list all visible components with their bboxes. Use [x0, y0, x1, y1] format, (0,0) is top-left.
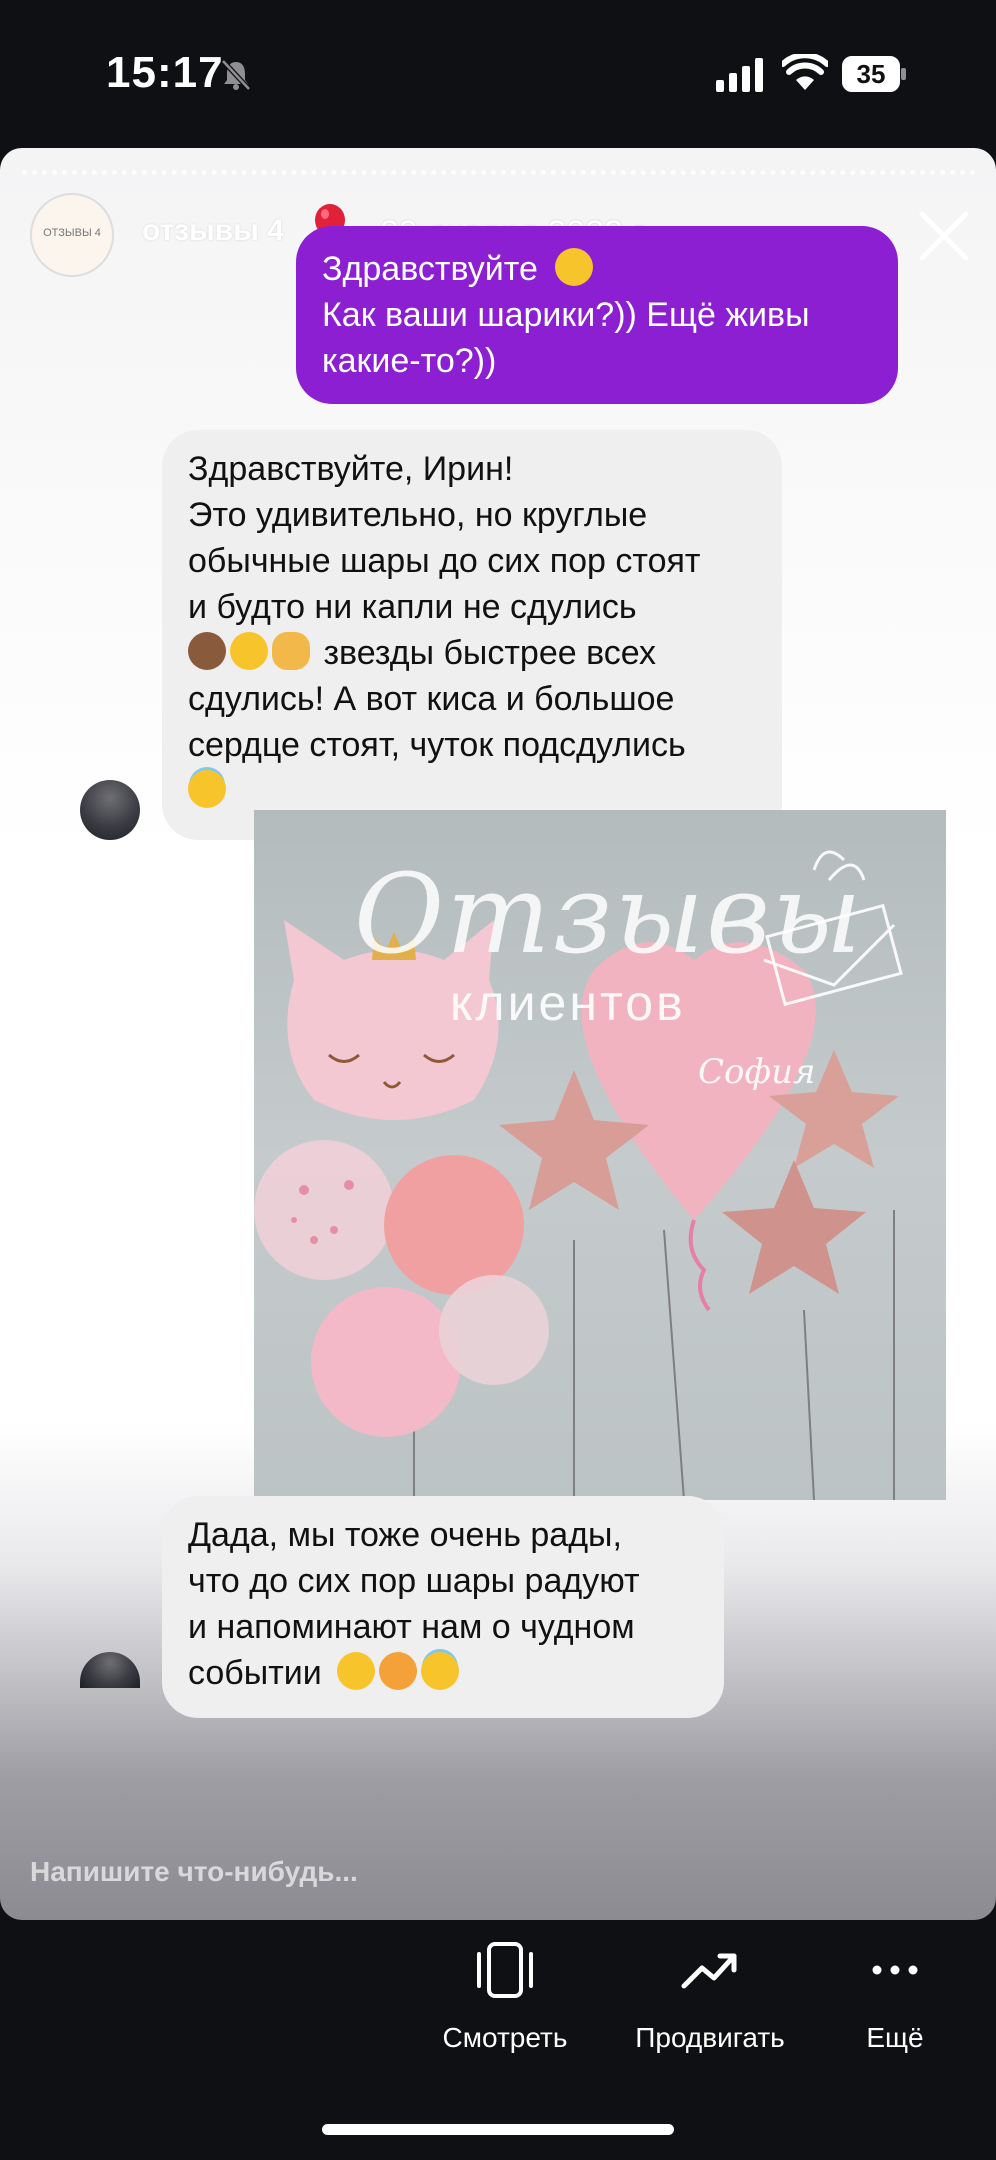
message-line: Это удивительно, но круглые: [188, 496, 648, 534]
halo-face-emoji-icon: [188, 770, 226, 808]
story-progress-bar: [22, 170, 976, 181]
received-message-bubble: Дада, мы тоже очень рады, что до сих пор…: [162, 1496, 724, 1718]
avatar-caption: ОТЗЫВЫ 4: [43, 227, 101, 239]
message-line: звезды быстрее всех: [323, 634, 656, 672]
message-line: Как ваши шарики?)) Ещё живы: [322, 296, 810, 334]
status-bar: 15:17 35: [0, 0, 996, 150]
smiling-face-emoji-icon: [337, 1652, 376, 1690]
reply-input[interactable]: Напишите что-нибудь...: [30, 1856, 358, 1888]
story-card[interactable]: ОТЗЫВЫ 4 отзывы 4 29 января 2022 г. Здра…: [0, 148, 996, 1920]
sender-avatar[interactable]: [80, 1652, 140, 1688]
message-line: что до сих пор шары радуют: [188, 1562, 640, 1600]
phone-view-icon: [477, 1942, 533, 1998]
status-time: 15:17: [106, 48, 224, 97]
view-button[interactable]: Смотреть: [430, 1940, 580, 2054]
promote-label: Продвигать: [635, 2022, 785, 2053]
message-line: Дада, мы тоже очень рады,: [188, 1516, 622, 1554]
message-line: сердце стоят, чуток подсдулись: [188, 726, 686, 764]
battery-level-text: 35: [856, 59, 886, 89]
hearts-face-emoji-icon: [379, 1652, 418, 1690]
message-line: событии: [188, 1654, 322, 1692]
photo-balloon-name: София: [698, 1052, 816, 1092]
yawning-face-emoji-icon: [230, 632, 268, 670]
shared-photo[interactable]: Отзывы клиентов София: [254, 810, 946, 1500]
account-avatar[interactable]: ОТЗЫВЫ 4: [30, 193, 114, 277]
sender-avatar[interactable]: [80, 780, 140, 840]
account-name[interactable]: отзывы 4: [142, 214, 284, 248]
message-line: и напоминают нам о чудном: [188, 1608, 635, 1646]
halo-face-emoji-icon: [421, 1652, 460, 1690]
pointing-up-emoji-icon: [272, 632, 310, 670]
message-line: Здравствуйте, Ирин!: [188, 450, 514, 488]
signal-icon: [716, 58, 763, 92]
see-no-evil-monkey-emoji-icon: [188, 632, 226, 670]
smiling-face-emoji-icon: [555, 248, 594, 286]
view-label: Смотреть: [442, 2022, 568, 2053]
message-line: и будто ни капли не сдулись: [188, 588, 637, 626]
message-line: Здравствуйте: [322, 250, 538, 288]
more-button[interactable]: Ещё: [840, 1940, 950, 2054]
message-line: какие-то?)): [322, 342, 497, 380]
more-label: Ещё: [866, 2022, 924, 2053]
photo-subtitle: клиентов: [450, 975, 686, 1031]
message-line: сдулись! А вот киса и большое: [188, 680, 675, 718]
trending-up-icon: [681, 1953, 737, 1989]
message-line: обычные шары до сих пор стоят: [188, 542, 701, 580]
more-dots-icon: [872, 1965, 918, 1975]
promote-button[interactable]: Продвигать: [620, 1940, 800, 2054]
bell-muted-icon: [221, 59, 251, 91]
wifi-icon: [782, 54, 828, 90]
photo-title: Отзывы: [354, 850, 864, 978]
close-icon[interactable]: [916, 208, 972, 264]
received-message-bubble: Здравствуйте, Ирин! Это удивительно, но …: [162, 430, 782, 840]
home-indicator[interactable]: [322, 2124, 674, 2135]
sent-message-bubble: Здравствуйте Как ваши шарики?)) Ещё живы…: [296, 226, 898, 404]
